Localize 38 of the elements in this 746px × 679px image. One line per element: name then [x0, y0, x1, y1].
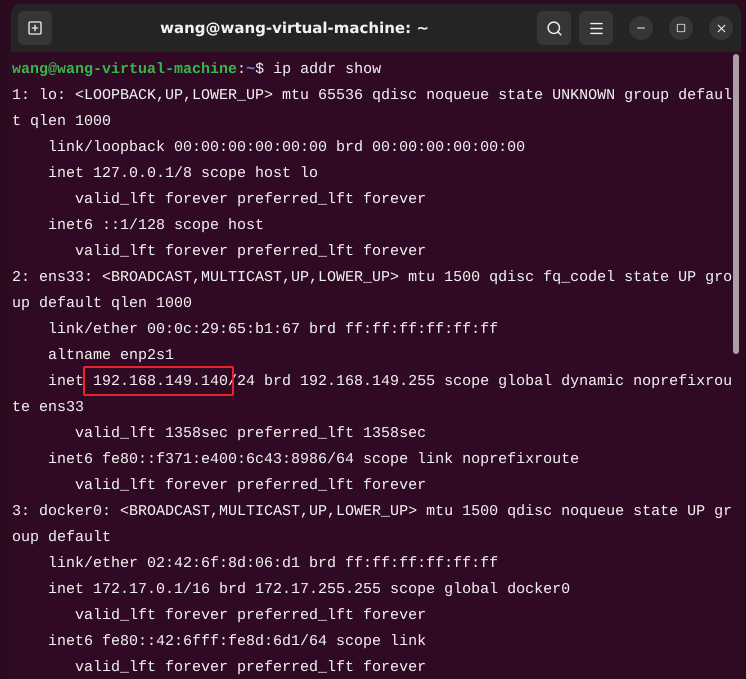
scrollbar[interactable]: [733, 54, 739, 354]
output-line: te ens33: [12, 399, 84, 416]
prompt-path: ~: [246, 61, 256, 78]
output-line: valid_lft forever preferred_lft forever: [74, 659, 426, 676]
prompt-separator: :: [237, 61, 246, 78]
output-line: up default qlen 1000: [12, 295, 192, 312]
output-line: oup default: [12, 529, 112, 546]
menu-button[interactable]: [579, 11, 613, 45]
prompt-user-host: wang@wang-virtual-machine: [12, 61, 238, 78]
output-line: valid_lft 1358sec preferred_lft 1358sec: [74, 425, 426, 442]
new-tab-button[interactable]: [18, 11, 52, 45]
output-line: inet 172.17.0.1/16 brd 172.17.255.255 scope global docker0: [47, 581, 570, 598]
plus-square-icon: [27, 20, 43, 36]
output-line: link/ether 00:0c:29:65:b1:67 brd ff:ff:ff:ff:ff:ff: [47, 321, 498, 338]
output-line: valid_lft forever preferred_lft forever: [74, 243, 426, 260]
output-line: valid_lft forever preferred_lft forever: [74, 477, 426, 494]
maximize-icon: [676, 23, 686, 33]
search-button[interactable]: [537, 11, 571, 45]
output-line: valid_lft forever preferred_lft forever: [74, 191, 426, 208]
output-line: altname enp2s1: [47, 347, 174, 364]
maximize-button[interactable]: [669, 16, 693, 40]
output-line: 3: docker0: <BROADCAST,MULTICAST,UP,LOWER_UP> mtu 1500 qdisc noqueue state UP gr: [12, 503, 732, 520]
output-line: valid_lft forever preferred_lft forever: [74, 607, 426, 624]
output-line: link/loopback 00:00:00:00:00:00 brd 00:00:00:00:00:00: [47, 139, 526, 156]
output-line: inet6 fe80::42:6fff:fe8d:6d1/64 scope link: [47, 633, 426, 650]
window-title: wang@wang-virtual-machine: ~: [159, 19, 430, 37]
output-line: link/ether 02:42:6f:8d:06:d1 brd ff:ff:ff:ff:ff:ff: [47, 555, 498, 572]
close-icon: [714, 22, 728, 34]
output-line: inet6 ::1/128 scope host: [47, 217, 264, 234]
output-line: 2: ens33: <BROADCAST,MULTICAST,UP,LOWER_UP> mtu 1500 qdisc fq_codel state UP gro: [12, 269, 732, 286]
prompt-symbol: $: [255, 61, 264, 78]
output-line: t qlen 1000: [12, 113, 112, 130]
output-line: inet 127.0.0.1/8 scope host lo: [47, 165, 318, 182]
close-button[interactable]: [709, 16, 733, 40]
output-line: 1: lo: <LOOPBACK,UP,LOWER_UP> mtu 65536 qdisc noqueue state UNKNOWN group defaul: [12, 87, 732, 104]
command-text: ip addr show: [273, 61, 382, 78]
search-icon: [546, 20, 562, 36]
output-line: inet6 fe80::f371:e400:6c43:8986/64 scope link noprefixroute: [47, 451, 580, 468]
